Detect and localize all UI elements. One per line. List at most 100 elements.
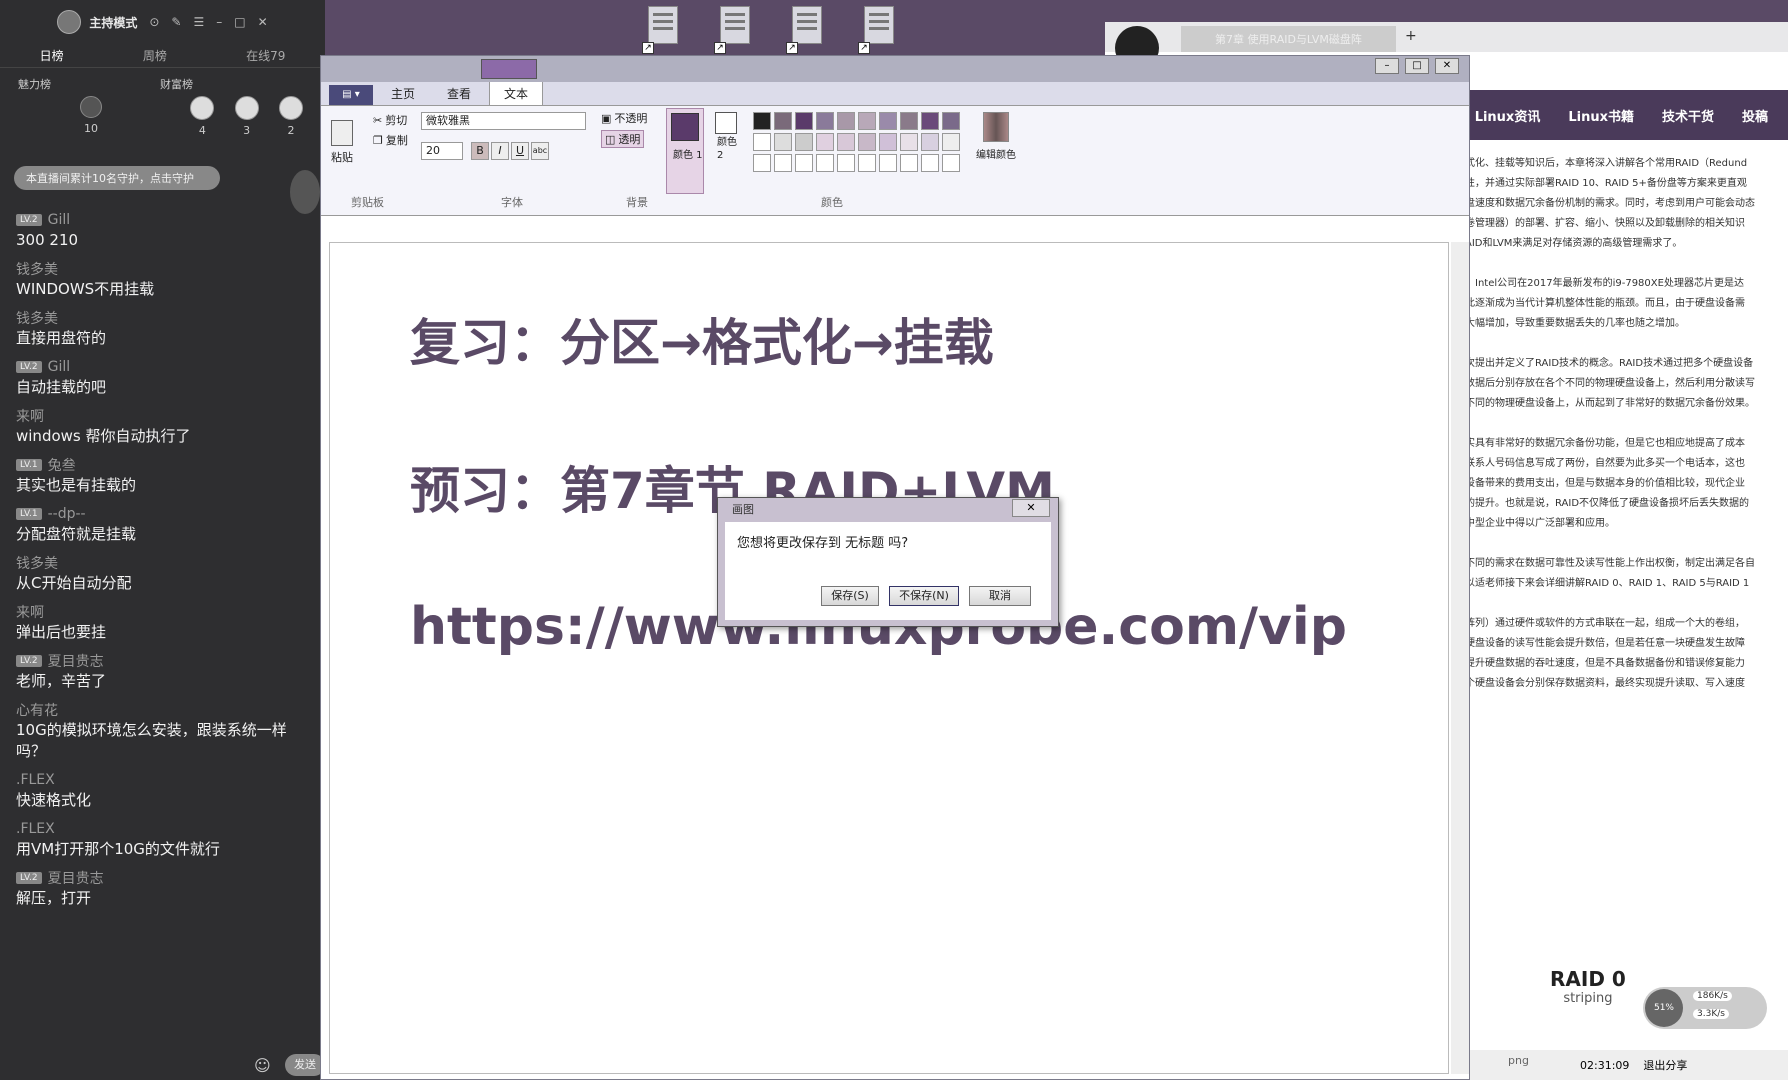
rank-item[interactable]: 2: [278, 96, 303, 148]
minimize-icon[interactable]: –: [216, 15, 222, 29]
file-menu-button[interactable]: ▤ ▾: [329, 85, 373, 105]
palette-swatch[interactable]: [816, 112, 834, 130]
opaque-button[interactable]: ▣ 不透明: [601, 110, 647, 126]
strikethrough-button[interactable]: abc: [531, 142, 549, 160]
chat-user[interactable]: 来啊: [16, 602, 309, 622]
tab-text[interactable]: 文本: [489, 81, 544, 105]
send-button[interactable]: 发送: [285, 1054, 325, 1076]
chat-user[interactable]: 心有花: [16, 700, 309, 720]
copy-button[interactable]: ❐ 复制: [373, 132, 408, 148]
edit-icon[interactable]: ✎: [171, 15, 181, 29]
palette-swatch[interactable]: [795, 133, 813, 151]
underline-button[interactable]: U: [511, 142, 529, 160]
palette-swatch[interactable]: [795, 154, 813, 172]
palette-swatch[interactable]: [942, 154, 960, 172]
chat-user[interactable]: 钱多美: [16, 553, 309, 573]
rank-item[interactable]: 10: [80, 96, 102, 135]
palette-swatch[interactable]: [858, 133, 876, 151]
gift-icon[interactable]: [290, 170, 320, 214]
tab-weekly[interactable]: 周榜: [143, 47, 167, 64]
paint-canvas[interactable]: 复习：分区→格式化→挂载 预习：第7章节 RAID+LVM https://ww…: [329, 242, 1449, 1074]
exit-share-button[interactable]: 退出分享: [1643, 1057, 1687, 1073]
chat-user[interactable]: LV.1 --dp--: [16, 504, 309, 524]
chat-user[interactable]: LV.2 Gill: [16, 357, 309, 377]
new-tab-icon[interactable]: +: [1405, 28, 1417, 44]
palette-swatch[interactable]: [879, 112, 897, 130]
chat-user[interactable]: LV.2 夏目贵志: [16, 868, 309, 888]
palette-swatch[interactable]: [921, 154, 939, 172]
palette-swatch[interactable]: [942, 133, 960, 151]
desktop-file-icon[interactable]: ↗: [856, 0, 902, 56]
emoji-icon[interactable]: ☺: [254, 1056, 271, 1075]
palette-swatch[interactable]: [753, 112, 771, 130]
palette-swatch[interactable]: [858, 154, 876, 172]
palette-swatch[interactable]: [774, 112, 792, 130]
italic-button[interactable]: I: [491, 142, 509, 160]
cut-button[interactable]: ✂ 剪切: [373, 112, 407, 128]
desktop-file-icon[interactable]: ↗: [784, 0, 830, 56]
vertical-scrollbar[interactable]: [1451, 242, 1469, 1074]
edit-colors-button[interactable]: 编辑颜色: [976, 112, 1016, 161]
close-icon[interactable]: ✕: [258, 15, 268, 29]
chat-user[interactable]: 钱多美: [16, 308, 309, 328]
nav-item[interactable]: 投稿: [1742, 106, 1768, 125]
nav-item[interactable]: Linux书籍: [1568, 106, 1634, 125]
tab-home[interactable]: 主页: [377, 82, 429, 105]
chat-user[interactable]: 钱多美: [16, 259, 309, 279]
desktop-file-icon[interactable]: ↗: [712, 0, 758, 56]
rank-item[interactable]: 4: [190, 96, 215, 148]
palette-swatch[interactable]: [900, 133, 918, 151]
palette-swatch[interactable]: [837, 112, 855, 130]
browser-tab[interactable]: 第7章 使用RAID与LVM磁盘阵: [1181, 26, 1396, 52]
palette-swatch[interactable]: [837, 154, 855, 172]
palette-swatch[interactable]: [753, 154, 771, 172]
palette-swatch[interactable]: [921, 112, 939, 130]
rank-item[interactable]: 3: [234, 96, 259, 148]
maximize-icon[interactable]: □: [234, 15, 245, 29]
chat-user[interactable]: LV.2 夏目贵志: [16, 651, 309, 671]
palette-swatch[interactable]: [816, 154, 834, 172]
nav-item[interactable]: Linux资讯: [1475, 106, 1541, 125]
tab-daily[interactable]: 日榜: [40, 47, 64, 64]
maximize-icon[interactable]: □: [1405, 58, 1429, 74]
chat-user[interactable]: LV.2 Gill: [16, 210, 309, 230]
color1-button[interactable]: 颜色 1: [666, 108, 704, 194]
palette-swatch[interactable]: [900, 112, 918, 130]
tab-view[interactable]: 查看: [433, 82, 485, 105]
chat-user[interactable]: LV.1 兔叁: [16, 455, 309, 475]
desktop-file-icon[interactable]: ↗: [640, 0, 686, 56]
palette-swatch[interactable]: [795, 112, 813, 130]
chat-user[interactable]: 来啊: [16, 406, 309, 426]
quick-access-toolbar[interactable]: [481, 59, 537, 79]
palette-swatch[interactable]: [879, 154, 897, 172]
color2-button[interactable]: 颜色 2: [713, 110, 743, 190]
palette-swatch[interactable]: [753, 133, 771, 151]
font-name-select[interactable]: 微软雅黑: [421, 112, 586, 130]
palette-swatch[interactable]: [900, 154, 918, 172]
palette-swatch[interactable]: [942, 112, 960, 130]
palette-swatch[interactable]: [837, 133, 855, 151]
guard-announcement[interactable]: 本直播间累计10名守护，点击守护: [14, 166, 220, 190]
bold-button[interactable]: B: [471, 142, 489, 160]
palette-swatch[interactable]: [921, 133, 939, 151]
settings-icon[interactable]: ⊙: [149, 15, 159, 29]
network-speed-widget[interactable]: 51% 186K/s 3.3K/s: [1643, 987, 1767, 1029]
save-button[interactable]: 保存(S): [821, 586, 879, 606]
palette-swatch[interactable]: [774, 133, 792, 151]
charm-rank-label[interactable]: 魅力榜: [18, 76, 51, 96]
menu-icon[interactable]: ☰: [193, 15, 204, 29]
paste-button[interactable]: 粘贴: [331, 120, 353, 165]
cancel-button[interactable]: 取消: [969, 586, 1031, 606]
dont-save-button[interactable]: 不保存(N): [889, 586, 959, 606]
close-icon[interactable]: ✕: [1435, 58, 1459, 74]
font-size-select[interactable]: 20: [421, 142, 463, 160]
chat-user[interactable]: .FLEX: [16, 770, 309, 790]
wealth-rank-label[interactable]: 财富榜: [160, 76, 193, 96]
palette-swatch[interactable]: [858, 112, 876, 130]
tab-online[interactable]: 在线79: [246, 47, 285, 64]
dialog-close-icon[interactable]: ✕: [1012, 499, 1050, 517]
minimize-icon[interactable]: –: [1375, 58, 1399, 74]
transparent-button[interactable]: ◫ 透明: [601, 130, 645, 148]
palette-swatch[interactable]: [774, 154, 792, 172]
palette-swatch[interactable]: [816, 133, 834, 151]
